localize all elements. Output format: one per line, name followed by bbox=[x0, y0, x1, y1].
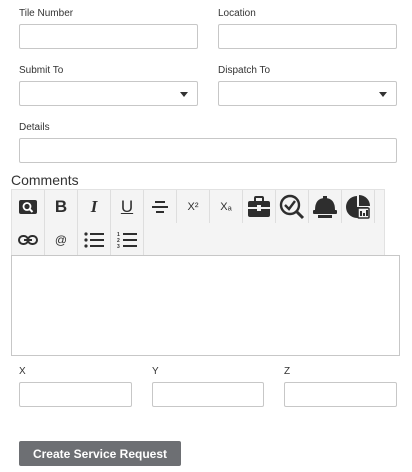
search-icon[interactable] bbox=[12, 190, 45, 223]
x-label: X bbox=[19, 366, 26, 377]
bulleted-list-icon[interactable] bbox=[78, 223, 111, 256]
submit-to-select[interactable] bbox=[19, 81, 198, 106]
superscript-icon[interactable]: X² bbox=[177, 190, 210, 223]
underline-icon[interactable]: U bbox=[111, 190, 144, 223]
chevron-down-icon bbox=[379, 92, 387, 97]
toolbox-icon[interactable] bbox=[243, 190, 276, 223]
comments-title: Comments bbox=[11, 172, 79, 188]
chart-icon[interactable] bbox=[342, 190, 375, 223]
italic-icon[interactable]: I bbox=[78, 190, 111, 223]
details-input[interactable] bbox=[19, 138, 397, 163]
hardhat-icon[interactable] bbox=[309, 190, 342, 223]
strikethrough-icon[interactable] bbox=[144, 190, 177, 223]
dispatch-to-select[interactable] bbox=[218, 81, 397, 106]
submit-to-label: Submit To bbox=[19, 65, 64, 76]
y-input[interactable] bbox=[152, 382, 264, 407]
details-label: Details bbox=[19, 122, 50, 133]
z-label: Z bbox=[284, 366, 291, 377]
mention-icon[interactable]: @ bbox=[45, 223, 78, 256]
svg-text:3: 3 bbox=[117, 244, 120, 249]
subscript-icon[interactable]: Xₐ bbox=[210, 190, 243, 223]
link-icon[interactable] bbox=[12, 223, 45, 256]
comments-toolbar: B I U X² Xₐ @ 123 bbox=[11, 189, 385, 256]
location-input[interactable] bbox=[218, 24, 397, 49]
z-input[interactable] bbox=[284, 382, 397, 407]
dispatch-to-label: Dispatch To bbox=[218, 65, 271, 76]
numbered-list-icon[interactable]: 123 bbox=[111, 223, 144, 256]
y-label: Y bbox=[152, 366, 159, 377]
x-input[interactable] bbox=[19, 382, 132, 407]
tile-number-label: Tile Number bbox=[19, 8, 74, 19]
inspect-icon[interactable] bbox=[276, 190, 309, 223]
location-label: Location bbox=[218, 8, 256, 19]
tile-number-input[interactable] bbox=[19, 24, 198, 49]
chevron-down-icon bbox=[180, 92, 188, 97]
create-service-request-button[interactable]: Create Service Request bbox=[19, 441, 181, 466]
comments-editor[interactable] bbox=[11, 255, 400, 356]
bold-icon[interactable]: B bbox=[45, 190, 78, 223]
